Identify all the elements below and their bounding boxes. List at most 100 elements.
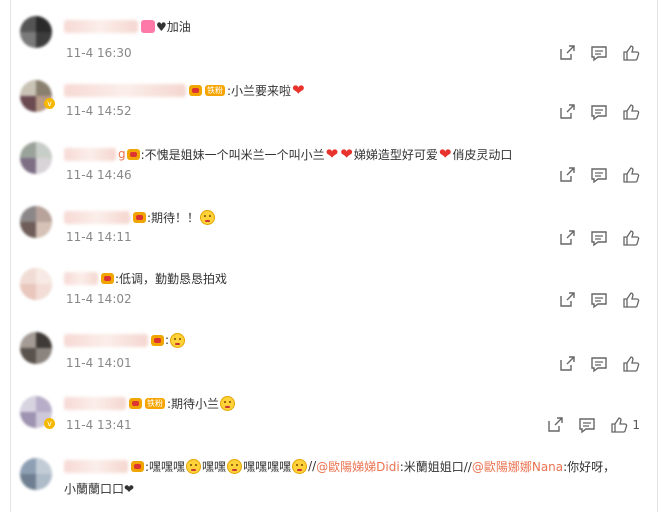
verified-icon: v (44, 418, 55, 429)
comment-content: : (64, 330, 186, 350)
comment-text: :小兰要来啦 (227, 83, 292, 98)
emoji-icon (227, 458, 243, 474)
like-icon[interactable] (622, 229, 640, 247)
comment-time: 11-4 14:46 (66, 168, 132, 182)
comment-content: :期待！！ (64, 207, 216, 227)
comment-actions (558, 103, 640, 121)
username[interactable] (64, 333, 148, 347)
username[interactable] (64, 210, 130, 224)
comment-item: :期待！！ 11-4 14:11 (0, 196, 660, 258)
comment-icon[interactable] (590, 103, 608, 121)
heart-icon: ❤ (340, 145, 353, 163)
comment-text: 小蘭蘭口口❤ (64, 481, 135, 496)
avatar[interactable] (20, 332, 52, 364)
comment-item: v 铁粉 :小兰要来啦 ❤ 11-4 14:52 (0, 68, 660, 130)
like-icon[interactable] (622, 291, 640, 309)
comment-text: :低调，勤勤恳恳拍戏 (115, 271, 228, 286)
comment-actions (558, 291, 640, 309)
mention-link[interactable]: @歐陽娜娜Nana (472, 458, 563, 475)
like-icon[interactable] (622, 166, 640, 184)
crown-badge-icon (189, 84, 202, 96)
comment-time: 11-4 14:52 (66, 104, 132, 118)
comment-text: ♥加油 (156, 19, 191, 34)
share-icon[interactable] (558, 103, 576, 121)
comment-text: 嘿嘿嘿嘿 (243, 459, 292, 474)
comment-time: 11-4 14:02 (66, 292, 132, 306)
crown-badge-icon (101, 272, 114, 284)
comment-actions (558, 355, 640, 373)
comment-item: : 11-4 14:01 (0, 322, 660, 384)
username[interactable] (64, 147, 116, 161)
comment-content: 铁粉 :期待小兰 (64, 393, 236, 413)
comment-actions (558, 166, 640, 184)
comment-item: g :不愧是姐妹一个叫米兰一个叫小兰 ❤ ❤ 娣娣造型好可爱 ❤ 俏皮灵动口 1… (0, 132, 660, 194)
comment-text: 娣娣造型好可爱 (353, 147, 438, 162)
username[interactable] (64, 459, 128, 473)
avatar[interactable] (20, 142, 52, 174)
avatar[interactable] (20, 206, 52, 238)
emoji-icon (292, 458, 308, 474)
fan-badge: 铁粉 (205, 84, 225, 96)
fan-badge: 铁粉 (145, 397, 165, 409)
comment-text: :你好呀， (563, 459, 616, 474)
emoji-icon (220, 395, 236, 411)
comment-content: :低调，勤勤恳恳拍戏 (64, 268, 227, 288)
avatar[interactable] (20, 458, 52, 490)
comment-actions: 1 (546, 416, 640, 434)
comment-text: 嘿嘿 (202, 459, 227, 474)
crown-badge-icon (131, 460, 144, 472)
comment-item: v 铁粉 :期待小兰 11-4 13:41 1 (0, 386, 660, 448)
avatar[interactable] (20, 16, 52, 48)
share-icon[interactable] (558, 44, 576, 62)
comment-icon[interactable] (590, 44, 608, 62)
comment-content: 铁粉 :小兰要来啦 ❤ (64, 80, 306, 100)
comment-text: :期待小兰 (167, 396, 220, 411)
crown-badge-icon (151, 334, 164, 346)
crown-badge-icon (129, 397, 142, 409)
comment-text: :米蘭姐姐口// (399, 459, 472, 474)
comment-icon[interactable] (590, 291, 608, 309)
comment-actions (558, 44, 640, 62)
comment-content: :嘿嘿嘿 嘿嘿 嘿嘿嘿嘿 // @歐陽娣娣Didi :米蘭姐姐口// @歐陽娜娜… (64, 456, 615, 476)
like-count: 1 (632, 418, 640, 432)
share-icon[interactable] (558, 291, 576, 309)
comment-time: 11-4 14:11 (66, 230, 132, 244)
comment-icon[interactable] (590, 355, 608, 373)
mention-link[interactable]: @歐陽娣娣Didi (316, 458, 400, 475)
like-icon[interactable] (622, 355, 640, 373)
comment-item: :嘿嘿嘿 嘿嘿 嘿嘿嘿嘿 // @歐陽娣娣Didi :米蘭姐姐口// @歐陽娜娜… (0, 450, 660, 512)
emoji-icon (170, 332, 186, 348)
like-icon[interactable] (622, 44, 640, 62)
share-icon[interactable] (558, 229, 576, 247)
share-icon[interactable] (558, 166, 576, 184)
comment-content: g :不愧是姐妹一个叫米兰一个叫小兰 ❤ ❤ 娣娣造型好可爱 ❤ 俏皮灵动口 (64, 144, 512, 164)
comment-time: 11-4 16:30 (66, 46, 132, 60)
username-suffix[interactable]: g (118, 147, 126, 161)
username[interactable] (64, 396, 126, 410)
comment-text: // (308, 459, 317, 473)
username[interactable] (64, 271, 98, 285)
comment-text: :期待！！ (147, 210, 200, 225)
heart-icon: ❤ (438, 145, 452, 163)
username[interactable] (64, 83, 186, 97)
heart-icon: ❤ (325, 145, 339, 163)
crown-badge-icon (126, 148, 140, 160)
emoji-icon (141, 19, 155, 33)
like-icon[interactable] (622, 103, 640, 121)
emoji-icon (186, 458, 202, 474)
comment-time: 11-4 13:41 (66, 418, 132, 432)
crown-badge-icon (133, 211, 146, 223)
comment-icon[interactable] (590, 229, 608, 247)
verified-icon: v (44, 98, 55, 109)
share-icon[interactable] (558, 355, 576, 373)
comment-icon[interactable] (590, 166, 608, 184)
like-icon[interactable] (610, 416, 628, 434)
share-icon[interactable] (546, 416, 564, 434)
avatar[interactable] (20, 268, 52, 300)
comment-item: ♥加油 11-4 16:30 (0, 6, 660, 68)
heart-icon: ❤ (292, 81, 305, 99)
comment-icon[interactable] (578, 416, 596, 434)
comment-text: : (165, 333, 170, 347)
comment-time: 11-4 14:01 (66, 356, 132, 370)
username[interactable] (64, 19, 138, 33)
